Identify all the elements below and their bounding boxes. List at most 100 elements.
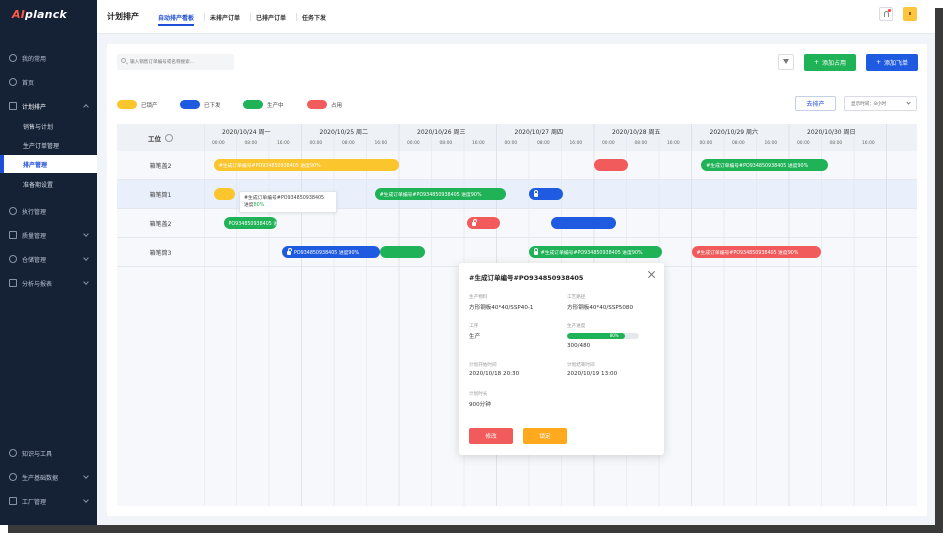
sidebar-item-reports[interactable]: 分析与报表 — [0, 274, 97, 292]
shield-icon — [9, 231, 17, 239]
warehouse-icon — [9, 255, 17, 263]
sidebar-item-favorites[interactable]: 我的常用 — [0, 49, 97, 67]
progress-bar: 80% — [567, 333, 639, 339]
sidebar-subitem-scheduling[interactable]: 排产管理 — [0, 155, 97, 173]
day-header: 2020/10/25 周二 — [319, 129, 369, 136]
hour-tick-label: 16:00 — [764, 141, 778, 146]
progress-fill: 80% — [567, 333, 625, 339]
hour-tick-label: 16:00 — [277, 141, 290, 146]
sidebar-item-base-data[interactable]: 生产基础数据 — [0, 468, 97, 486]
tab-divider — [296, 13, 297, 21]
sidebar-item-factory[interactable]: 工厂管理 — [0, 492, 97, 510]
plus-icon: + — [875, 59, 881, 66]
schedule-bar[interactable]: #生成订单编号#PO934850938405 进度90% — [528, 246, 663, 258]
add-plane-order-button[interactable]: + 添加飞单 — [866, 54, 918, 71]
field-label: 工序 — [469, 324, 479, 329]
schedule-bar[interactable]: #生成订单编号#PO934850938405 进度90% — [374, 188, 507, 200]
station-label: 箱笔盖2 — [149, 221, 172, 228]
sidebar-item-execution[interactable]: 执行管理 — [0, 202, 97, 220]
hour-tick-label: 08:00 — [634, 141, 648, 146]
chevron-down-icon — [83, 231, 89, 237]
schedule-bar[interactable]: #生成订单编号#PO934850938405 进度90% — [213, 159, 399, 171]
tab-divider — [204, 13, 205, 21]
lock-icon — [287, 248, 292, 255]
lock-icon — [472, 219, 477, 226]
tab-unscheduled[interactable]: 未排产订单 — [210, 13, 240, 22]
schedule-bar[interactable] — [467, 217, 501, 229]
field-value: 方形钢板40*40/SSP40-1 — [469, 305, 534, 311]
schedule-bar[interactable]: PO934850938405 进度90% — [282, 246, 380, 258]
station-column-header: 工位 — [117, 124, 204, 151]
chevron-down-icon — [906, 100, 911, 105]
hour-tick-label: 08:00 — [244, 141, 258, 146]
chart-icon — [9, 279, 17, 287]
lock-icon — [533, 248, 539, 255]
schedule-bar[interactable] — [594, 159, 629, 171]
sidebar-item-label: 分析与报表 — [22, 280, 53, 288]
sidebar-item-knowledge[interactable]: 知识与工具 — [0, 444, 97, 462]
chevron-down-icon — [83, 497, 89, 503]
sidebar-item-planning[interactable]: 计划排产 — [0, 97, 97, 115]
chevron-up-icon — [83, 104, 89, 110]
tab-auto-board[interactable]: 自动排产看板 — [158, 13, 195, 26]
star-circle-icon — [9, 54, 17, 62]
field-value: 300/480 — [567, 343, 591, 349]
app-window: AIplanck 我的常用 首页 计划排产 销售与计划 生产订单管理 排产管理 … — [0, 0, 935, 525]
hour-tick-label: 08:00 — [732, 141, 745, 146]
legend-swatch — [307, 100, 327, 109]
schedule-bar[interactable] — [213, 188, 236, 200]
legend-locked: 已锁产 — [117, 100, 158, 109]
field-value: 2020/10/18 20:30 — [469, 371, 520, 377]
field-label: 工艺路径 — [567, 295, 586, 300]
goto-schedule-button[interactable]: 去排产 — [795, 96, 836, 111]
bar-label: #生成订单编号#PO934850938405 进度90% — [706, 163, 809, 169]
factory-icon — [9, 497, 17, 505]
lock-button[interactable]: 锁定 — [523, 428, 567, 444]
avatar[interactable] — [903, 7, 917, 21]
filter-button[interactable] — [778, 54, 794, 70]
schedule-bar[interactable] — [528, 188, 563, 200]
sidebar-item-quality[interactable]: 质量管理 — [0, 226, 97, 244]
schedule-bar[interactable]: PO934850938405 进度90% — [223, 217, 278, 229]
tab-task-dispatch[interactable]: 任务下发 — [302, 13, 326, 22]
schedule-bar[interactable]: #生成订单编号#PO934850938405 进度90% — [691, 246, 822, 258]
bar-label: #生成订单编号#PO934850938405 进度90% — [218, 163, 321, 169]
field-value: 2020/10/19 13:00 — [567, 371, 618, 377]
tab-divider — [250, 13, 251, 21]
hour-tick-label: 16:00 — [667, 141, 680, 146]
logo: AIplanck — [12, 8, 67, 21]
field-label: 计划开始时间 — [469, 363, 497, 368]
sidebar-item-warehouse[interactable]: 仓储管理 — [0, 250, 97, 268]
detail-title: #生成订单编号#PO934850938405 — [469, 274, 584, 282]
sidebar-item-label: 质量管理 — [22, 232, 47, 240]
schedule-bar[interactable] — [379, 246, 426, 258]
sidebar-subitem-prep-settings[interactable]: 准备期设置 — [0, 175, 97, 193]
field-value: 生产 — [469, 334, 481, 340]
schedule-bar[interactable] — [551, 217, 617, 229]
hour-tick-label: 00:00 — [699, 141, 713, 146]
day-header: 2020/10/24 周一 — [222, 129, 271, 136]
schedule-bar[interactable]: #生成订单编号#PO934850938405 进度90% — [701, 159, 828, 171]
sidebar-item-label: 计划排产 — [22, 103, 47, 111]
sidebar-item-home[interactable]: 首页 — [0, 73, 97, 91]
bulb-icon — [9, 449, 17, 457]
modify-button[interactable]: 修改 — [469, 428, 513, 444]
sidebar-subitem-production-orders[interactable]: 生产订单管理 — [0, 136, 97, 154]
sidebar-item-label: 执行管理 — [22, 208, 47, 216]
hour-tick-label: 16:00 — [374, 141, 388, 146]
close-icon[interactable] — [647, 270, 656, 279]
sidebar-subitem-sales-plan[interactable]: 销售与计划 — [0, 117, 97, 135]
search-input[interactable] — [117, 54, 234, 70]
top-header: 计划排产 自动排产看板 未排产订单 已排产订单 任务下发 — [97, 0, 935, 34]
day-header: 2020/10/27 周四 — [514, 129, 564, 136]
add-occupy-button[interactable]: + 添加占用 — [804, 54, 856, 71]
sidebar-item-label: 仓储管理 — [22, 256, 47, 264]
hour-tick-label: 00:00 — [602, 141, 615, 146]
tab-scheduled[interactable]: 已排产订单 — [256, 13, 286, 22]
notification-button[interactable] — [879, 7, 893, 21]
legend-swatch — [180, 100, 200, 109]
hour-tick-label: 00:00 — [212, 141, 225, 146]
time-unit-select[interactable]: 显示时间：8小时 — [844, 96, 917, 111]
bar-label: #生成订单编号#PO934850938405 进度90% — [379, 192, 482, 198]
chevron-down-icon — [83, 279, 89, 285]
